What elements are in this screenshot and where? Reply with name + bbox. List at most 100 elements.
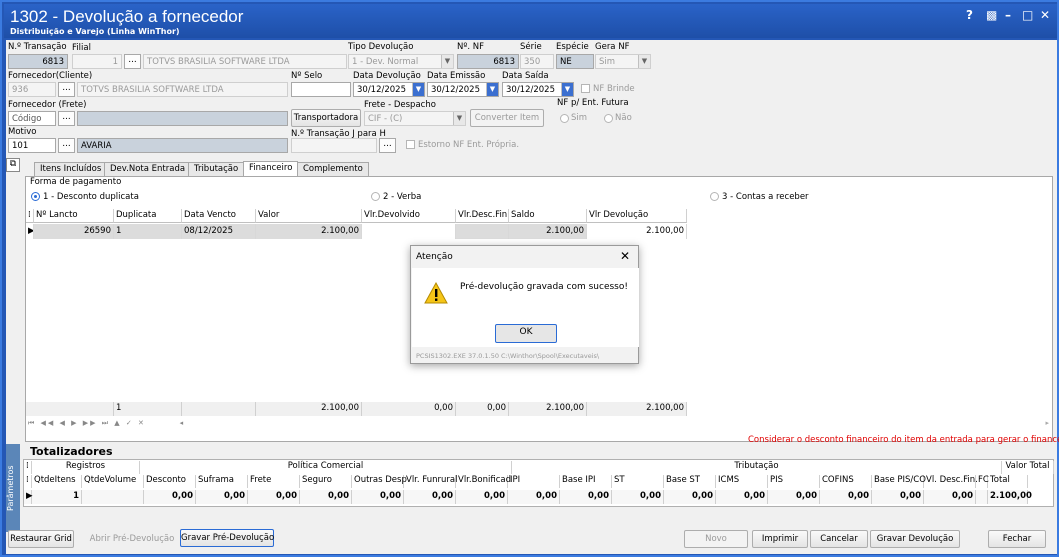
col-desc-fin[interactable]: Vlr.Desc.Fin.	[456, 209, 509, 223]
calendar-dropdown-icon[interactable]: ▼	[412, 83, 424, 96]
cell-desc-fin[interactable]	[456, 224, 509, 239]
tot-col-header[interactable]: ICMS	[716, 475, 768, 488]
close-icon[interactable]: ✕	[620, 249, 630, 263]
restore-window-icon[interactable]: ⧉	[6, 158, 20, 172]
fornecedor-lookup-button[interactable]: ...	[58, 82, 75, 97]
motivo-lookup-button[interactable]: ...	[58, 138, 75, 153]
tab-tributacao[interactable]: Tributação	[188, 162, 245, 176]
col-devolvido[interactable]: Vlr.Devolvido	[362, 209, 456, 223]
tipo-devolucao-select[interactable]: 1 - Dev. Normal ▼	[348, 54, 454, 69]
tot-col-header[interactable]: QtdeItens	[32, 475, 82, 488]
cell-devolucao[interactable]: 2.100,00	[587, 224, 687, 239]
col-vencto[interactable]: Data Vencto	[182, 209, 256, 223]
col-lancto[interactable]: Nº Lancto	[34, 209, 114, 223]
tot-col-header[interactable]: COFINS	[820, 475, 872, 488]
tot-col-value: 0,00	[820, 490, 872, 504]
row-indicator-icon: ▶	[24, 490, 33, 504]
tot-col-header[interactable]: Seguro	[300, 475, 352, 488]
data-emissao-field[interactable]: 30/12/2025 ▼	[427, 82, 499, 97]
converter-item-button[interactable]: Converter Item	[470, 109, 544, 127]
calendar-dropdown-icon[interactable]: ▼	[486, 83, 498, 96]
cell-vencto[interactable]: 08/12/2025	[182, 224, 256, 239]
tab-dev-nota-entrada[interactable]: Dev.Nota Entrada	[104, 162, 192, 176]
cell-valor[interactable]: 2.100,00	[256, 224, 362, 239]
tot-col-header[interactable]: PIS	[768, 475, 820, 488]
calendar-dropdown-icon[interactable]: ▼	[561, 83, 573, 96]
transacao-field[interactable]: 6813	[8, 54, 68, 69]
tot-col-header[interactable]: Desconto	[144, 475, 196, 488]
transportadora-button[interactable]: Transportadora	[291, 109, 361, 127]
contas-receber-radio[interactable]	[710, 192, 719, 201]
selo-field[interactable]	[291, 82, 351, 97]
col-valor[interactable]: Valor	[256, 209, 362, 223]
data-saida-field[interactable]: 30/12/2025 ▼	[502, 82, 574, 97]
tot-col-header[interactable]: Outras Desp	[352, 475, 407, 488]
tot-col-header[interactable]: Base PIS/CO	[872, 475, 926, 488]
filial-lookup-button[interactable]: ...	[124, 54, 141, 69]
especie-field[interactable]: NE	[556, 54, 594, 69]
gravar-pre-devolucao-button[interactable]: Gravar Pré-Devolução	[180, 529, 274, 547]
nf-field[interactable]: 6813	[457, 54, 519, 69]
frete-select[interactable]: CIF - (C) ▼	[364, 111, 466, 126]
restore-icon[interactable]: ▩	[986, 8, 997, 22]
motivo-code-field[interactable]: 101	[8, 138, 56, 153]
tab-financeiro[interactable]: Financeiro	[243, 161, 299, 176]
col-duplicata[interactable]: Duplicata	[114, 209, 182, 223]
tot-col-header[interactable]: Base IPI	[560, 475, 612, 488]
title-bar[interactable]: 1302 - Devolução a fornecedor Distribuiç…	[4, 4, 1057, 38]
estorno-checkbox[interactable]	[406, 140, 415, 149]
nf-futura-sim-radio[interactable]	[560, 114, 569, 123]
restaurar-grid-button[interactable]: Restaurar Grid	[8, 530, 74, 548]
tot-col-header[interactable]: Frete	[248, 475, 300, 488]
tot-col-header[interactable]: Vlr.Bonificad	[456, 475, 511, 488]
minimize-icon[interactable]: –	[1005, 8, 1011, 22]
verba-radio[interactable]	[371, 192, 380, 201]
tab-complemento[interactable]: Complemento	[297, 162, 369, 176]
cell-duplicata[interactable]: 1	[114, 224, 182, 239]
gera-nf-select[interactable]: Sim ▼	[595, 54, 651, 69]
serie-field[interactable]: 350	[520, 54, 554, 69]
data-devolucao-field[interactable]: 30/12/2025 ▼	[353, 82, 425, 97]
fornecedor-frete-code-field[interactable]: Código	[8, 111, 56, 126]
transacao-j-field[interactable]	[291, 138, 377, 153]
maximize-icon[interactable]: □	[1022, 8, 1033, 22]
fornecedor-code-field[interactable]: 936	[8, 82, 56, 97]
scroll-right-icon[interactable]: ▸	[1045, 419, 1049, 427]
tab-itens-incluidos[interactable]: Itens Incluídos	[34, 162, 108, 176]
fechar-button[interactable]: Fechar	[988, 530, 1046, 548]
tot-col-header[interactable]: Total	[988, 475, 1028, 488]
tot-col-header[interactable]: ST	[612, 475, 664, 488]
tot-col-header[interactable]: FC	[976, 475, 989, 488]
nf-brinde-checkbox[interactable]	[581, 84, 590, 93]
fornecedor-frete-lookup-button[interactable]: ...	[58, 111, 75, 126]
close-icon[interactable]: ✕	[1040, 8, 1050, 22]
desconto-duplicata-radio[interactable]	[31, 192, 40, 201]
col-saldo[interactable]: Saldo	[509, 209, 587, 223]
tot-col-header[interactable]: QtdeVolume	[82, 475, 144, 488]
abrir-pre-devolucao-button[interactable]: Abrir Pré-Devolução	[88, 530, 176, 548]
ok-button[interactable]: OK	[495, 324, 557, 343]
cancelar-button[interactable]: Cancelar	[810, 530, 868, 548]
grid-navigator[interactable]: ⏮ ◀◀ ◀ ▶ ▶▶ ⏭ ▲ ✓ ✕ ◂	[28, 419, 185, 428]
tot-col-header[interactable]: IPI	[508, 475, 560, 488]
help-icon[interactable]: ?	[966, 8, 973, 22]
tot-col-header[interactable]: Base ST	[664, 475, 716, 488]
tot-col-value: 0,00	[456, 490, 508, 504]
transacao-j-lookup-button[interactable]: ...	[379, 138, 396, 153]
imprimir-button[interactable]: Imprimir	[752, 530, 808, 548]
cell-lancto[interactable]: 26590	[34, 224, 114, 239]
col-devolucao[interactable]: Vlr Devolução	[587, 209, 687, 223]
grid-menu-icon[interactable]: ⁞	[24, 461, 32, 474]
grid-menu-icon[interactable]: ⁞	[26, 209, 34, 223]
parametros-side-tab[interactable]: Parâmetros	[6, 444, 20, 532]
novo-button[interactable]: Novo	[684, 530, 748, 548]
grid-menu-icon[interactable]: ⁞	[24, 475, 32, 488]
cell-saldo[interactable]: 2.100,00	[509, 224, 587, 239]
tot-col-header[interactable]: Vl. Desc.Fin.	[924, 475, 978, 488]
cell-devolvido[interactable]	[362, 224, 456, 239]
nf-futura-nao-radio[interactable]	[604, 114, 613, 123]
tot-col-header[interactable]: Suframa	[196, 475, 248, 488]
filial-code-field[interactable]: 1	[72, 54, 122, 69]
tot-col-header[interactable]: Vlr. Funrural	[404, 475, 457, 488]
gravar-devolucao-button[interactable]: Gravar Devolução	[870, 530, 960, 548]
